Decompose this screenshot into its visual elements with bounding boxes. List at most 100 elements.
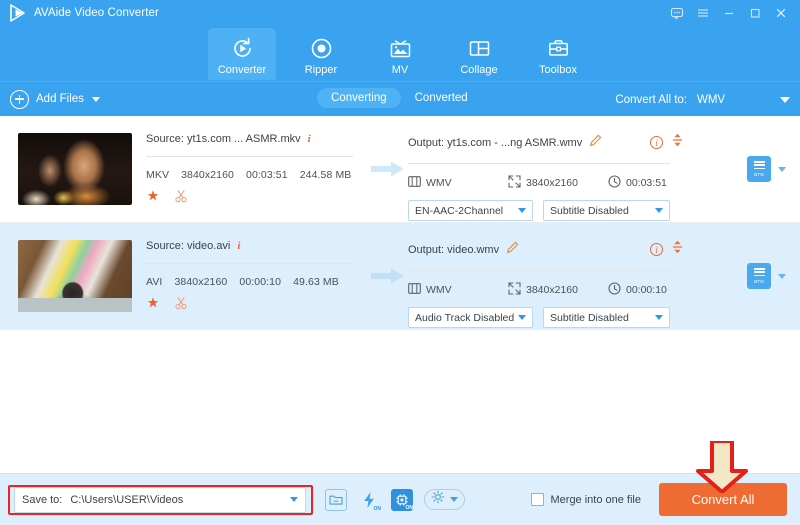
source-duration: 00:03:51 (246, 169, 288, 181)
output-filename: Output: yt1s.com - ...ng ASMR.wmv (408, 137, 582, 149)
disc-icon (309, 36, 334, 62)
info-circle-icon[interactable]: i (650, 243, 663, 256)
sub-toolbar: Add Files Converting Converted Convert A… (0, 81, 800, 116)
chevron-down-icon[interactable] (778, 274, 786, 279)
chevron-down-icon[interactable] (290, 497, 298, 502)
nav-item-converter[interactable]: Converter (208, 28, 276, 80)
nav-item-mv[interactable]: MV (366, 28, 434, 80)
info-italic-icon[interactable]: i (308, 133, 311, 145)
convert-btn-tag: BTN (754, 172, 764, 177)
info-circle-icon[interactable]: i (650, 136, 663, 149)
menu-icon[interactable] (690, 0, 716, 26)
subtitle-select[interactable]: Subtitle Disabled (543, 200, 670, 221)
output-filename: Output: video.wmv (408, 244, 499, 256)
convert-btn-tag: BTN (754, 279, 764, 284)
output-column: Output: yt1s.com - ...ng ASMR.wmv i (408, 116, 683, 221)
trim-scissors-icon[interactable] (174, 296, 188, 315)
output-resolution-block: 3840x2160 (508, 175, 608, 191)
save-to-value: C:\Users\USER\Videos (70, 494, 183, 506)
chevron-down-icon[interactable] (450, 497, 458, 502)
merge-checkbox[interactable] (531, 493, 544, 506)
converter-refresh-icon (230, 36, 255, 62)
chevron-down-icon[interactable] (780, 97, 790, 103)
audio-track-select[interactable]: Audio Track Disabled (408, 307, 533, 328)
subtitle-select[interactable]: Subtitle Disabled (543, 307, 670, 328)
effects-star-icon[interactable] (146, 189, 160, 208)
output-format-block: WMV (408, 176, 508, 190)
bottom-icon-group: ON ON (325, 489, 465, 511)
output-resolution-block: 3840x2160 (508, 282, 608, 298)
subtitle-value: Subtitle Disabled (550, 205, 629, 217)
convert-all-to-value: WMV (697, 94, 780, 106)
source-resolution: 3840x2160 (174, 276, 227, 288)
nav-item-toolbox-label: Toolbox (539, 64, 577, 76)
nav-item-toolbox[interactable]: Toolbox (524, 28, 592, 80)
expand-vertical-icon[interactable] (672, 133, 683, 152)
source-title: Source: video.avi i (146, 240, 368, 252)
nav-item-mv-label: MV (392, 64, 409, 76)
pencil-edit-icon[interactable] (506, 241, 519, 259)
divider (146, 156, 353, 157)
audio-track-value: Audio Track Disabled (415, 312, 514, 324)
source-resolution: 3840x2160 (181, 169, 234, 181)
chevron-down-icon[interactable] (92, 97, 100, 102)
open-folder-icon[interactable] (325, 489, 347, 511)
output-track-selects: EN-AAC-2Channel Subtitle Disabled (408, 200, 683, 221)
output-duration: 00:03:51 (626, 177, 667, 189)
hardware-acceleration-icon[interactable]: ON (358, 489, 380, 511)
main-nav: Converter Ripper (0, 26, 800, 81)
maximize-icon[interactable] (742, 0, 768, 26)
table-row[interactable]: Source: yt1s.com ... ASMR.mkv i MKV 3840… (0, 116, 800, 223)
convert-btn-icon[interactable]: BTN (747, 156, 771, 182)
pencil-edit-icon[interactable] (589, 134, 602, 152)
source-duration: 00:00:10 (239, 276, 281, 288)
gpu-state: ON (406, 505, 414, 511)
add-files-label: Add Files (36, 93, 84, 105)
source-filesize: 49.63 MB (293, 276, 339, 288)
expand-vertical-icon[interactable] (672, 240, 683, 259)
chevron-down-icon[interactable] (778, 167, 786, 172)
output-format: WMV (426, 284, 452, 296)
source-meta: AVI 3840x2160 00:00:10 49.63 MB (146, 276, 368, 288)
divider (408, 163, 670, 164)
output-header: Output: video.wmv i (408, 240, 683, 259)
source-column: Source: video.avi i AVI 3840x2160 00:00:… (146, 223, 368, 315)
source-column: Source: yt1s.com ... ASMR.mkv i MKV 3840… (146, 116, 368, 208)
nav-item-ripper[interactable]: Ripper (287, 28, 355, 80)
video-thumbnail[interactable] (18, 240, 132, 312)
preferences-group[interactable] (424, 489, 465, 510)
convert-btn-icon[interactable]: BTN (747, 263, 771, 289)
nav-item-collage[interactable]: Collage (445, 28, 513, 80)
nav-item-collage-label: Collage (460, 64, 497, 76)
convert-all-to-selector[interactable]: Convert All to: WMV (615, 82, 790, 117)
add-files-button[interactable]: Add Files (0, 90, 100, 109)
save-to-field[interactable]: Save to: C:\Users\USER\Videos (14, 487, 306, 513)
row-convert-controls: BTN (747, 156, 786, 182)
chevron-down-icon[interactable] (518, 315, 526, 320)
convert-all-button[interactable]: Convert All (659, 483, 787, 516)
trim-scissors-icon[interactable] (174, 189, 188, 208)
chevron-down-icon[interactable] (655, 315, 663, 320)
audio-track-select[interactable]: EN-AAC-2Channel (408, 200, 533, 221)
play-triangle-icon (9, 4, 27, 22)
source-actions (146, 296, 368, 315)
table-row[interactable]: Source: video.avi i AVI 3840x2160 00:00:… (0, 223, 800, 330)
video-thumbnail[interactable] (18, 133, 132, 205)
close-icon[interactable] (768, 0, 794, 26)
window-controls (664, 0, 800, 26)
merge-into-one-file-option[interactable]: Merge into one file (531, 493, 642, 506)
chevron-down-icon[interactable] (655, 208, 663, 213)
effects-star-icon[interactable] (146, 296, 160, 315)
info-italic-icon[interactable]: i (237, 240, 240, 252)
source-actions (146, 189, 368, 208)
tab-converted[interactable]: Converted (401, 88, 482, 108)
collage-grid-icon (467, 36, 492, 62)
feedback-icon[interactable] (664, 0, 690, 26)
convert-all-to-label: Convert All to: (615, 94, 687, 106)
acceleration-state: ON (374, 506, 382, 512)
chevron-down-icon[interactable] (518, 208, 526, 213)
minimize-icon[interactable] (716, 0, 742, 26)
tab-converting[interactable]: Converting (317, 88, 401, 108)
gpu-chip-icon[interactable]: ON (391, 489, 413, 511)
preferences-gear-icon[interactable] (431, 490, 445, 509)
